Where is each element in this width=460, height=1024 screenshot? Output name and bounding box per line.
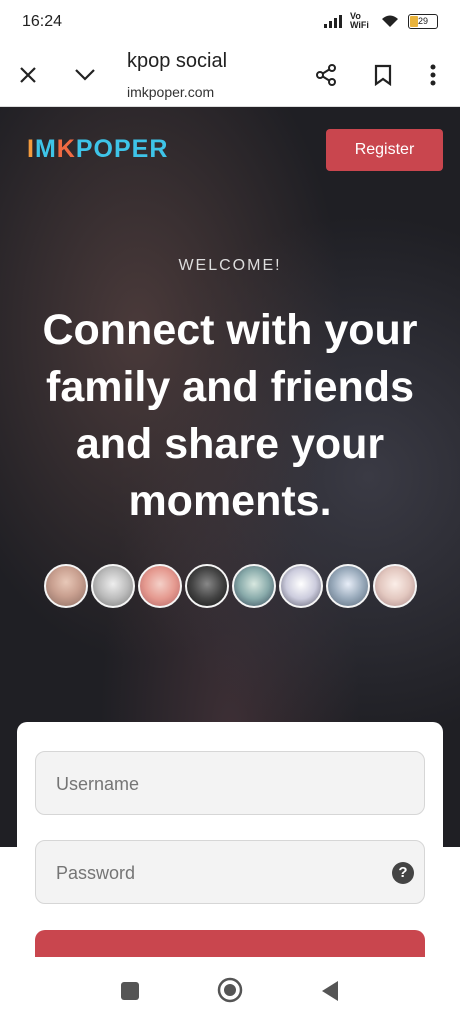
avatar bbox=[232, 564, 276, 608]
site-logo[interactable]: IMKPOPER bbox=[27, 135, 168, 164]
welcome-kicker: WELCOME! bbox=[178, 257, 282, 274]
wifi-icon bbox=[382, 15, 398, 27]
back-icon[interactable] bbox=[320, 980, 340, 1007]
chevron-down-icon[interactable] bbox=[72, 62, 98, 88]
login-card: ? bbox=[17, 722, 443, 970]
avatar bbox=[373, 564, 417, 608]
avatar bbox=[279, 564, 323, 608]
status-bar: 16:24 Vo WiFi 29 bbox=[0, 0, 460, 44]
password-field[interactable]: ? bbox=[35, 840, 425, 905]
avatar bbox=[44, 564, 88, 608]
more-menu-icon[interactable] bbox=[420, 62, 446, 88]
avatar bbox=[185, 564, 229, 608]
recents-icon[interactable] bbox=[120, 981, 140, 1006]
hero-headline: Connect with your family and friends and… bbox=[42, 306, 418, 525]
close-icon[interactable] bbox=[15, 62, 41, 88]
password-input[interactable] bbox=[54, 841, 378, 905]
avatar bbox=[138, 564, 182, 608]
page-url[interactable]: imkpoper.com bbox=[127, 84, 214, 100]
username-field[interactable] bbox=[35, 751, 425, 816]
battery-level: 29 bbox=[417, 16, 428, 26]
network-label: Vo WiFi bbox=[350, 11, 369, 30]
avatar bbox=[91, 564, 135, 608]
bookmark-icon[interactable] bbox=[370, 62, 396, 88]
home-icon[interactable] bbox=[217, 977, 243, 1008]
avatar bbox=[326, 564, 370, 608]
register-button[interactable]: Register bbox=[326, 129, 443, 171]
help-icon[interactable]: ? bbox=[392, 862, 414, 884]
system-nav-bar bbox=[0, 957, 460, 1024]
browser-toolbar: kpop social imkpoper.com bbox=[0, 44, 460, 107]
avatar-row bbox=[44, 564, 420, 608]
battery-icon: 29 bbox=[408, 13, 438, 29]
share-icon[interactable] bbox=[313, 62, 339, 88]
status-icons: Vo WiFi 29 bbox=[324, 12, 438, 30]
username-input[interactable] bbox=[54, 752, 378, 816]
signal-icon bbox=[324, 14, 342, 28]
status-time: 16:24 bbox=[22, 13, 63, 30]
page-title: kpop social bbox=[127, 50, 228, 72]
